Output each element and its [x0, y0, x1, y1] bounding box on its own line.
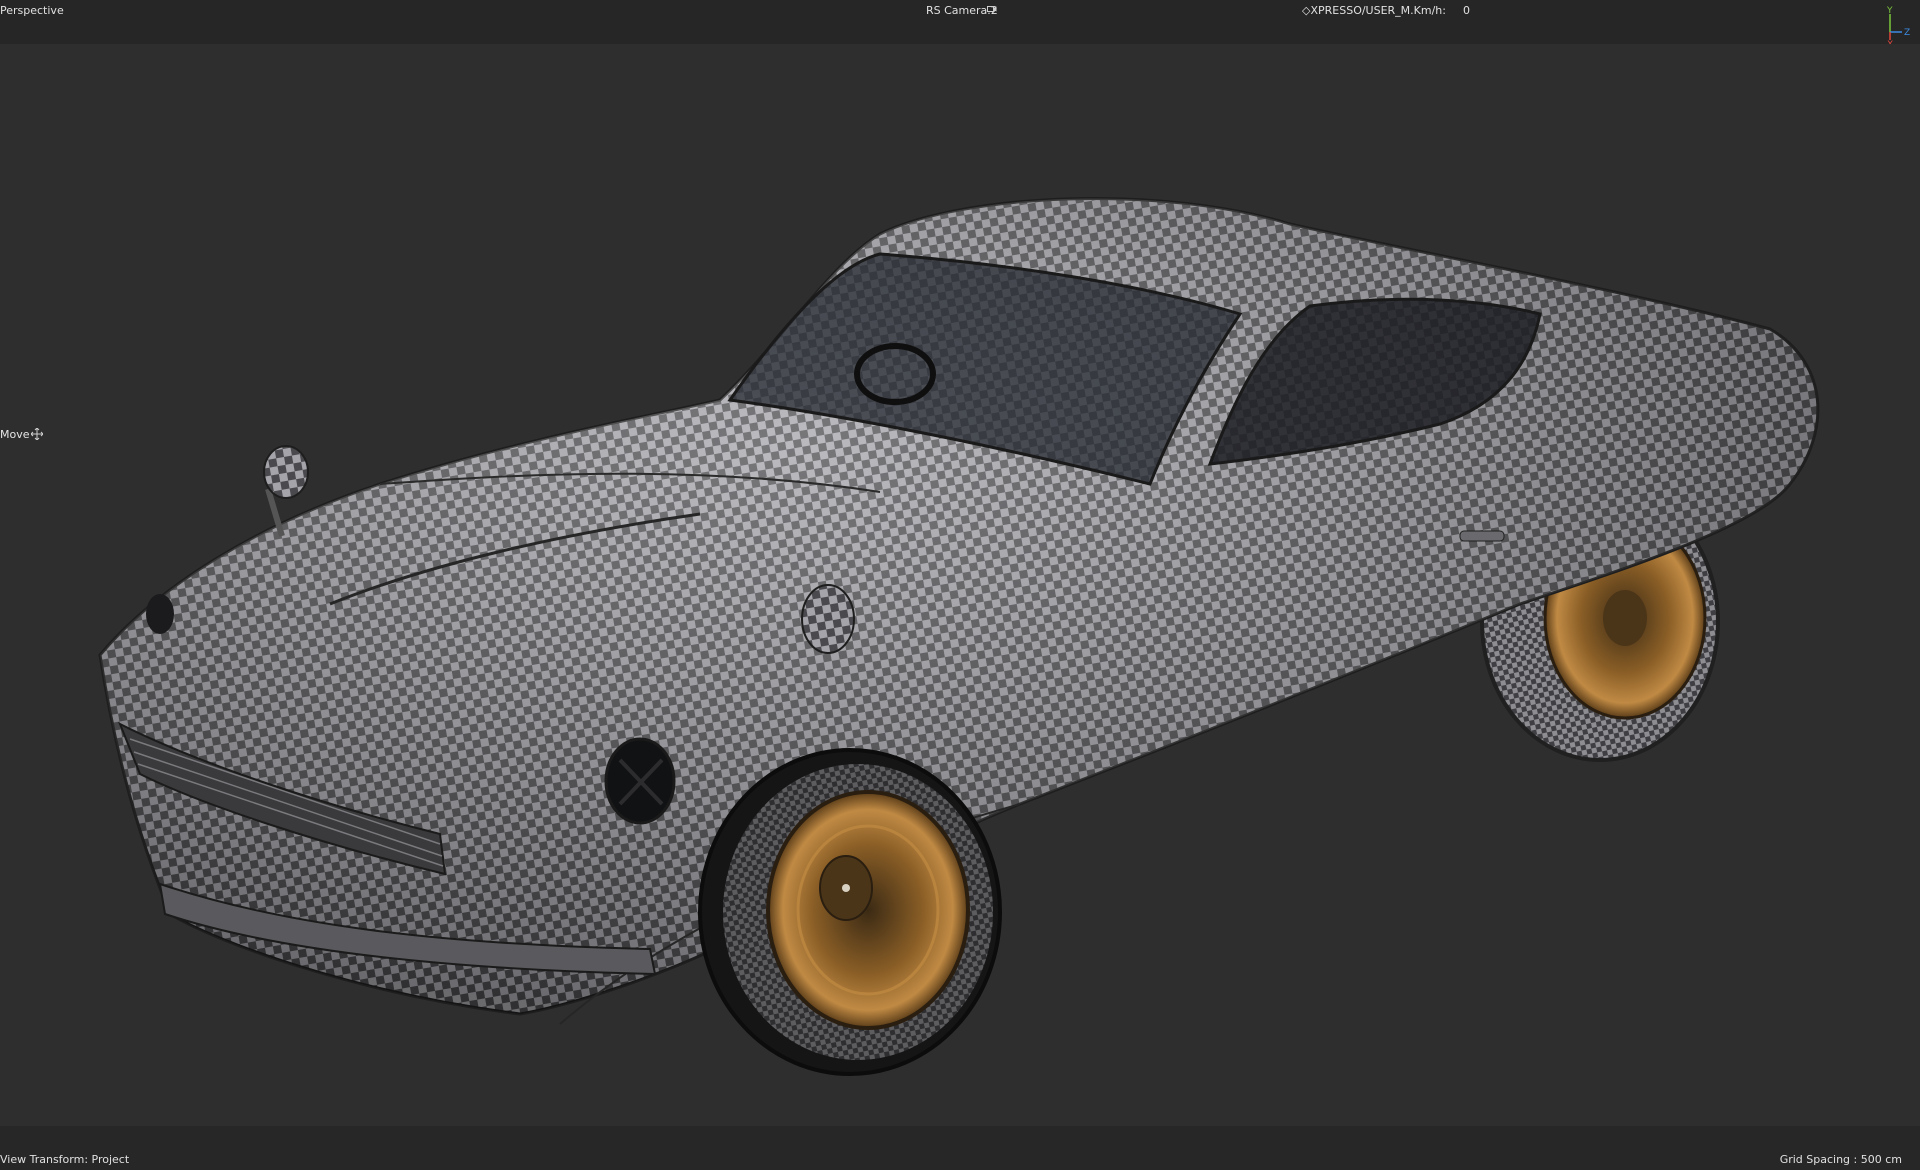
front-wheel[interactable]	[698, 748, 1002, 1076]
grid-spacing-label: Grid Spacing : 500 cm	[1779, 1153, 1902, 1166]
door-handle	[1459, 530, 1505, 542]
xpresso-value: 0	[1463, 4, 1470, 17]
viewport-footer: View Transform: Project Grid Spacing : 5…	[0, 1126, 1920, 1170]
viewport-header: Perspective RS Camera.2 ◇XPRESSO/USER_M.…	[0, 0, 1920, 48]
axis-y-label: Y	[1886, 6, 1893, 16]
axis-gizmo-icon[interactable]: Y Z X	[1878, 4, 1916, 48]
xpresso-label: XPRESSO/USER_M.Km/h:	[1310, 4, 1446, 17]
view-name-label[interactable]: Perspective	[0, 4, 64, 17]
3d-viewport[interactable]: Move	[0, 44, 1920, 1126]
camera-icon[interactable]	[987, 5, 997, 13]
axis-z-label: Z	[1904, 28, 1910, 38]
xpresso-readout: ◇XPRESSO/USER_M.Km/h:	[1302, 4, 1446, 17]
car-model[interactable]	[0, 44, 1920, 1126]
right-mirror	[801, 584, 855, 654]
view-transform-label: View Transform: Project	[0, 1153, 130, 1166]
